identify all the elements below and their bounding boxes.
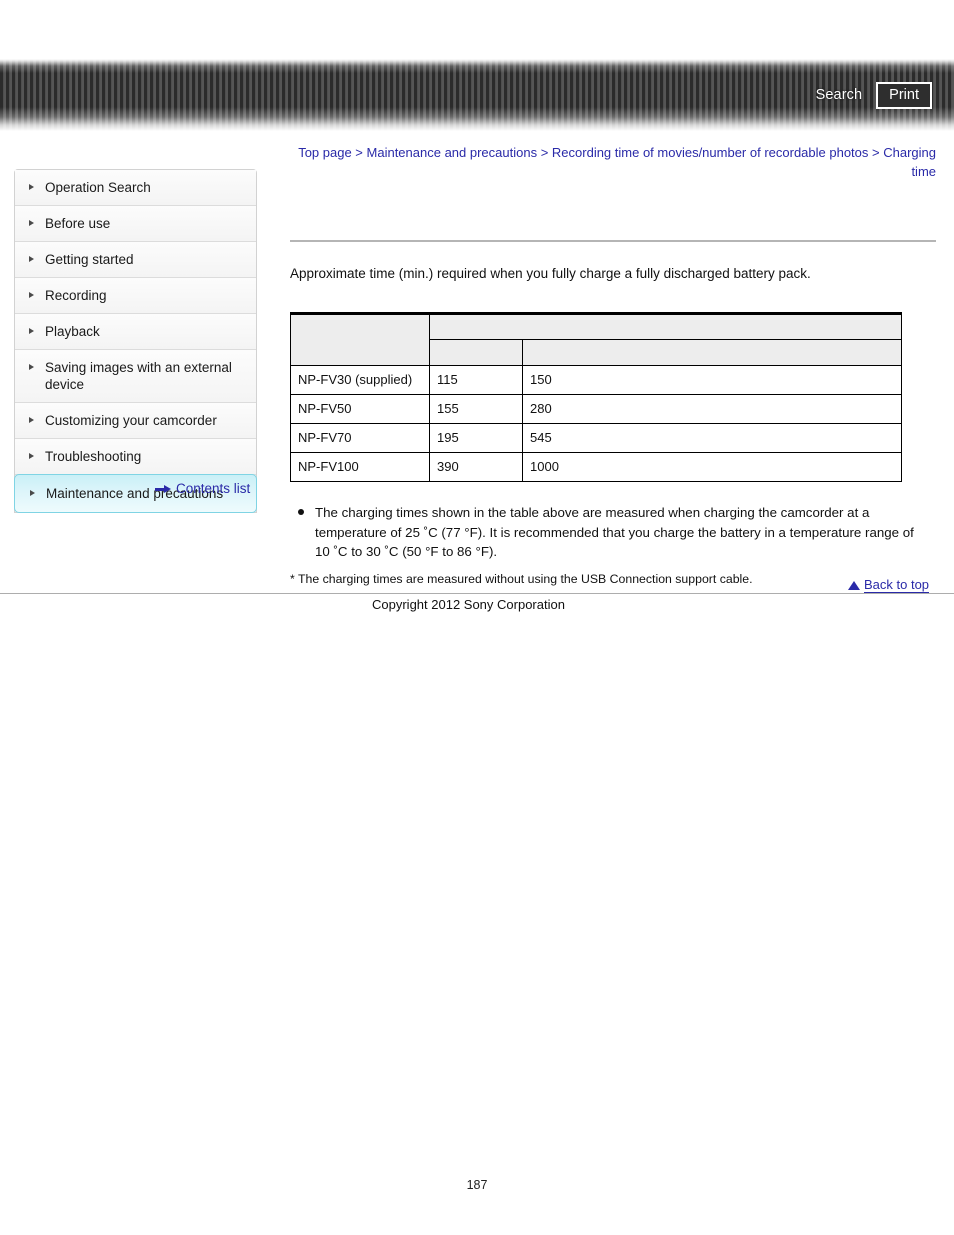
- notes-section: The charging times shown in the table ab…: [290, 503, 936, 588]
- table-cell-battery: NP-FV70: [290, 423, 430, 453]
- intro-paragraph: Approximate time (min.) required when yo…: [290, 266, 811, 281]
- back-to-top-label: Back to top: [864, 577, 930, 593]
- triangle-right-icon: [29, 220, 34, 226]
- sidebar-item-label: Troubleshooting: [45, 449, 142, 464]
- note-bullet-item: The charging times shown in the table ab…: [290, 503, 936, 562]
- breadcrumb: Top page > Maintenance and precautions >…: [290, 143, 936, 181]
- breadcrumb-separator: >: [537, 145, 552, 160]
- breadcrumb-item-recording-time[interactable]: Recording time of movies/number of recor…: [552, 145, 869, 160]
- triangle-up-icon: [848, 581, 860, 590]
- table-cell-value-1: 195: [429, 423, 523, 453]
- triangle-right-icon: [29, 417, 34, 423]
- search-link[interactable]: Search: [816, 87, 863, 103]
- triangle-right-icon: [29, 453, 34, 459]
- table-row: NP-FV30 (supplied) 115 150: [290, 365, 902, 395]
- table-cell-value-2: 1000: [522, 452, 902, 482]
- sidebar-item-saving-images[interactable]: Saving images with an external device: [15, 350, 256, 403]
- contents-list-link[interactable]: Contents list: [155, 481, 250, 496]
- table-cell-value-1: 390: [429, 452, 523, 482]
- sidebar-item-label: Customizing your camcorder: [45, 413, 217, 428]
- note-footnote: * The charging times are measured withou…: [290, 571, 753, 586]
- table-row: NP-FV50 155 280: [290, 394, 902, 424]
- sidebar-item-recording[interactable]: Recording: [15, 278, 256, 314]
- table-row: NP-FV70 195 545: [290, 423, 902, 453]
- bullet-dot-icon: [298, 509, 304, 515]
- table-header-row: [290, 313, 902, 366]
- print-button[interactable]: Print: [876, 81, 932, 109]
- header-stripe-pattern: [0, 59, 954, 131]
- table-cell-value-2: 150: [522, 365, 902, 395]
- sidebar-item-label: Recording: [45, 288, 107, 303]
- sidebar-item-troubleshooting[interactable]: Troubleshooting: [15, 439, 256, 475]
- back-to-top-link[interactable]: Back to top: [848, 577, 930, 593]
- triangle-right-icon: [29, 364, 34, 370]
- sidebar-item-operation-search[interactable]: Operation Search: [15, 170, 256, 206]
- page-number: 187: [466, 1178, 488, 1192]
- sidebar-item-label: Playback: [45, 324, 100, 339]
- sidebar-item-label: Saving images with an external device: [45, 360, 232, 392]
- breadcrumb-item-charging-time[interactable]: Charging time: [883, 145, 936, 179]
- note-bullet-text: The charging times shown in the table ab…: [315, 505, 914, 559]
- copyright-text: Copyright 2012 Sony Corporation: [372, 597, 565, 612]
- page-header: Search Print: [0, 59, 954, 131]
- main-content: Approximate time (min.) required when yo…: [290, 240, 936, 588]
- sidebar-item-getting-started[interactable]: Getting started: [15, 242, 256, 278]
- arrow-right-icon: [155, 484, 171, 494]
- sidebar-nav: Operation Search Before use Getting star…: [14, 169, 257, 513]
- triangle-right-icon: [29, 256, 34, 262]
- sidebar-item-playback[interactable]: Playback: [15, 314, 256, 350]
- sidebar-item-before-use[interactable]: Before use: [15, 206, 256, 242]
- breadcrumb-separator: >: [868, 145, 884, 160]
- sidebar-item-label: Getting started: [45, 252, 134, 267]
- charging-time-table: NP-FV30 (supplied) 115 150 NP-FV50 155 2…: [290, 312, 902, 482]
- sidebar-item-label: Before use: [45, 216, 111, 231]
- table-header-cell-full-charge: [522, 339, 902, 366]
- breadcrumb-separator: >: [351, 145, 367, 160]
- triangle-right-icon: [30, 490, 35, 496]
- breadcrumb-item-maintenance[interactable]: Maintenance and precautions: [367, 145, 538, 160]
- table-cell-battery: NP-FV50: [290, 394, 430, 424]
- header-controls: Search Print: [816, 59, 932, 131]
- breadcrumb-item-top-page[interactable]: Top page: [298, 145, 352, 160]
- table-cell-battery: NP-FV30 (supplied): [290, 365, 430, 395]
- table-header-cell-group: [429, 313, 902, 340]
- table-row: NP-FV100 390 1000: [290, 452, 902, 482]
- table-cell-value-1: 115: [429, 365, 523, 395]
- triangle-right-icon: [29, 184, 34, 190]
- triangle-right-icon: [29, 292, 34, 298]
- table-cell-battery: NP-FV100: [290, 452, 430, 482]
- table-cell-value-2: 545: [522, 423, 902, 453]
- content-divider: [290, 240, 936, 242]
- triangle-right-icon: [29, 328, 34, 334]
- contents-list-label: Contents list: [176, 481, 251, 496]
- table-header-cell-battery: [290, 313, 430, 366]
- sidebar-item-label: Operation Search: [45, 180, 151, 195]
- footer-divider: [0, 593, 954, 594]
- sidebar-item-customizing[interactable]: Customizing your camcorder: [15, 403, 256, 439]
- table-header-cell-charge-time: [429, 339, 523, 366]
- table-cell-value-2: 280: [522, 394, 902, 424]
- table-cell-value-1: 155: [429, 394, 523, 424]
